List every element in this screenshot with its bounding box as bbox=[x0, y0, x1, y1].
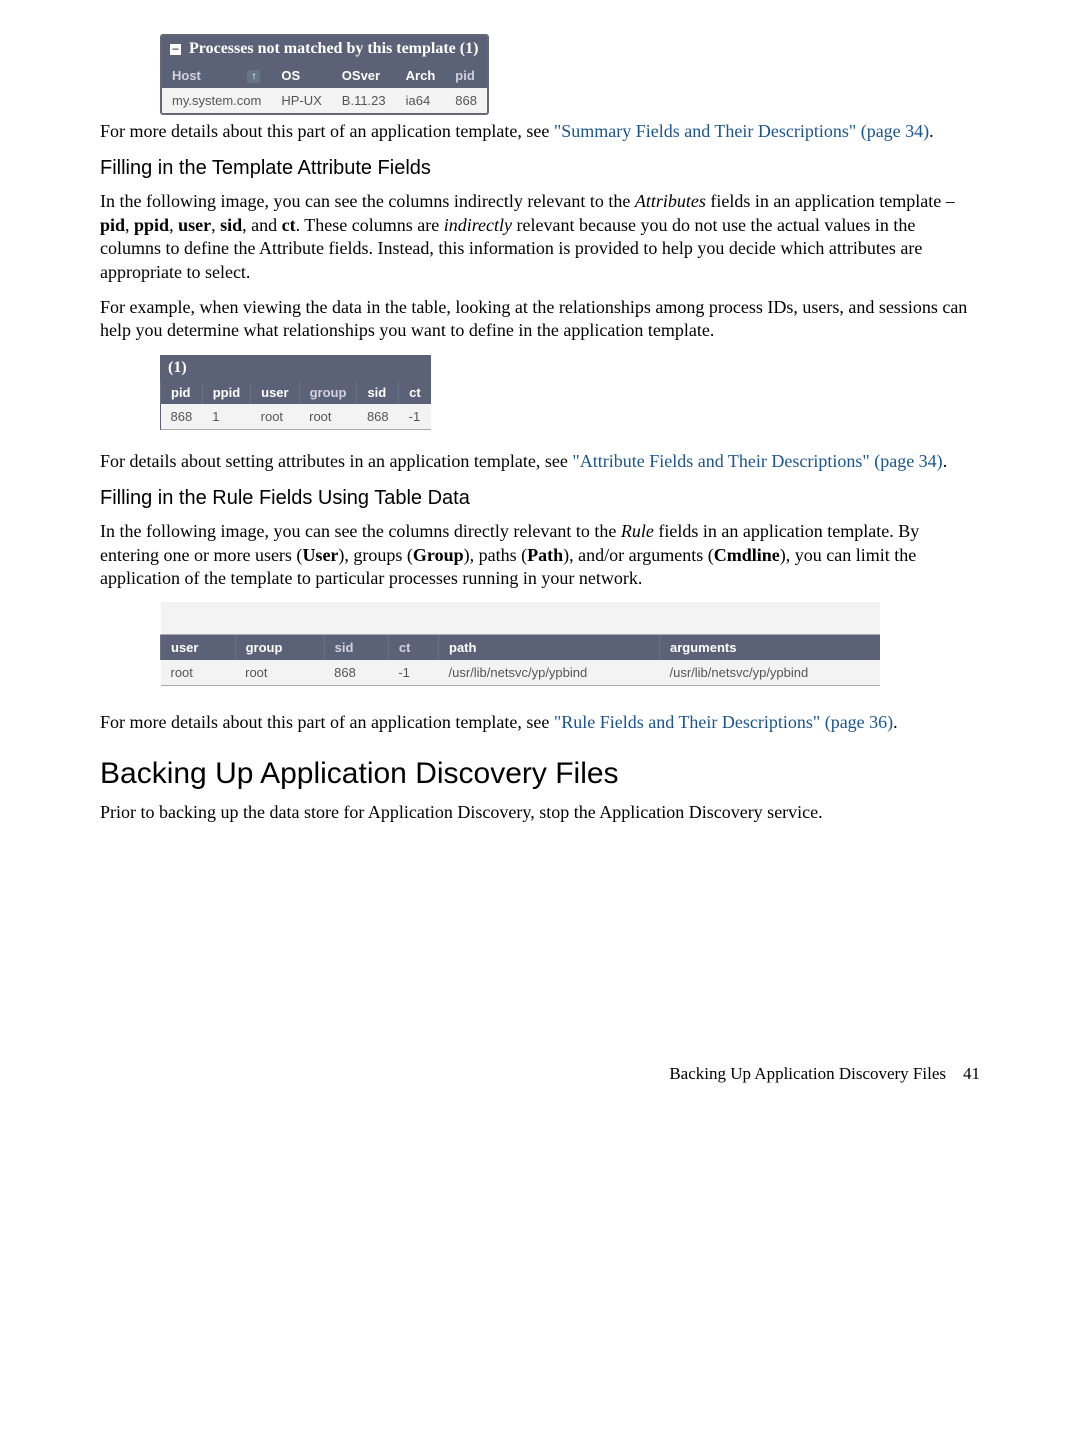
col-arguments[interactable]: arguments bbox=[660, 635, 881, 661]
col-osver[interactable]: OSver bbox=[332, 62, 396, 88]
link-summary-fields[interactable]: "Summary Fields and Their Descriptions" … bbox=[554, 121, 929, 141]
col-path[interactable]: path bbox=[439, 635, 660, 661]
table2-data-row: 868 1 root root 868 -1 bbox=[161, 404, 431, 430]
subhead-template-attribute: Filling in the Template Attribute Fields bbox=[100, 157, 980, 180]
link-attribute-fields[interactable]: "Attribute Fields and Their Descriptions… bbox=[572, 451, 942, 471]
col-arch[interactable]: Arch bbox=[396, 62, 446, 88]
subhead-rule-fields: Filling in the Rule Fields Using Table D… bbox=[100, 487, 980, 510]
col-ct[interactable]: ct bbox=[399, 381, 431, 404]
table1-title: Processes not matched by this template (… bbox=[189, 40, 478, 57]
col-user3[interactable]: user bbox=[161, 635, 236, 661]
col-group[interactable]: group bbox=[299, 381, 357, 404]
col-user[interactable]: user bbox=[251, 381, 299, 404]
col-os[interactable]: OS bbox=[271, 62, 331, 88]
col-sid[interactable]: sid bbox=[357, 381, 399, 404]
table3-header-row: user group sid ct path arguments bbox=[161, 635, 881, 661]
collapse-icon[interactable]: – bbox=[170, 44, 181, 55]
table1-data-row: my.system.com HP-UX B.11.23 ia64 868 bbox=[162, 88, 487, 113]
para-summary-fields: For more details about this part of an a… bbox=[100, 120, 980, 143]
sort-arrow-icon[interactable]: ↑ bbox=[247, 70, 260, 83]
col-sid3[interactable]: sid bbox=[324, 635, 388, 661]
heading-backing-up: Backing Up Application Discovery Files bbox=[100, 757, 980, 791]
processes-not-matched-table: – Processes not matched by this template… bbox=[160, 34, 489, 115]
page-footer: Backing Up Application Discovery Files 4… bbox=[100, 1064, 980, 1084]
blank-row bbox=[161, 602, 881, 635]
table1-header-row: Host ↑ OS OSver Arch pid bbox=[162, 62, 487, 88]
col-pid[interactable]: pid bbox=[445, 62, 487, 88]
para-example-relationships: For example, when viewing the data in th… bbox=[100, 296, 980, 343]
para-rule-fields-link: For more details about this part of an a… bbox=[100, 711, 980, 734]
col-ppid[interactable]: ppid bbox=[202, 381, 250, 404]
rule-table: user group sid ct path arguments root ro… bbox=[160, 602, 880, 686]
para-attribute-fields: For details about setting attributes in … bbox=[100, 450, 980, 473]
col-group3[interactable]: group bbox=[235, 635, 324, 661]
table2-header-row: pid ppid user group sid ct bbox=[161, 381, 431, 404]
para-backing-up: Prior to backing up the data store for A… bbox=[100, 801, 980, 824]
para-rule-desc: In the following image, you can see the … bbox=[100, 520, 980, 590]
link-rule-fields[interactable]: "Rule Fields and Their Descriptions" (pa… bbox=[554, 712, 893, 732]
table3-data-row: root root 868 -1 /usr/lib/netsvc/yp/ypbi… bbox=[161, 660, 881, 686]
col-host[interactable]: Host bbox=[162, 62, 237, 88]
table2-caption: (1) bbox=[160, 355, 431, 381]
attributes-table: (1) pid ppid user group sid ct 868 1 roo… bbox=[160, 355, 431, 430]
col-pid2[interactable]: pid bbox=[161, 381, 203, 404]
para-attributes-desc: In the following image, you can see the … bbox=[100, 190, 980, 284]
col-ct3[interactable]: ct bbox=[388, 635, 438, 661]
